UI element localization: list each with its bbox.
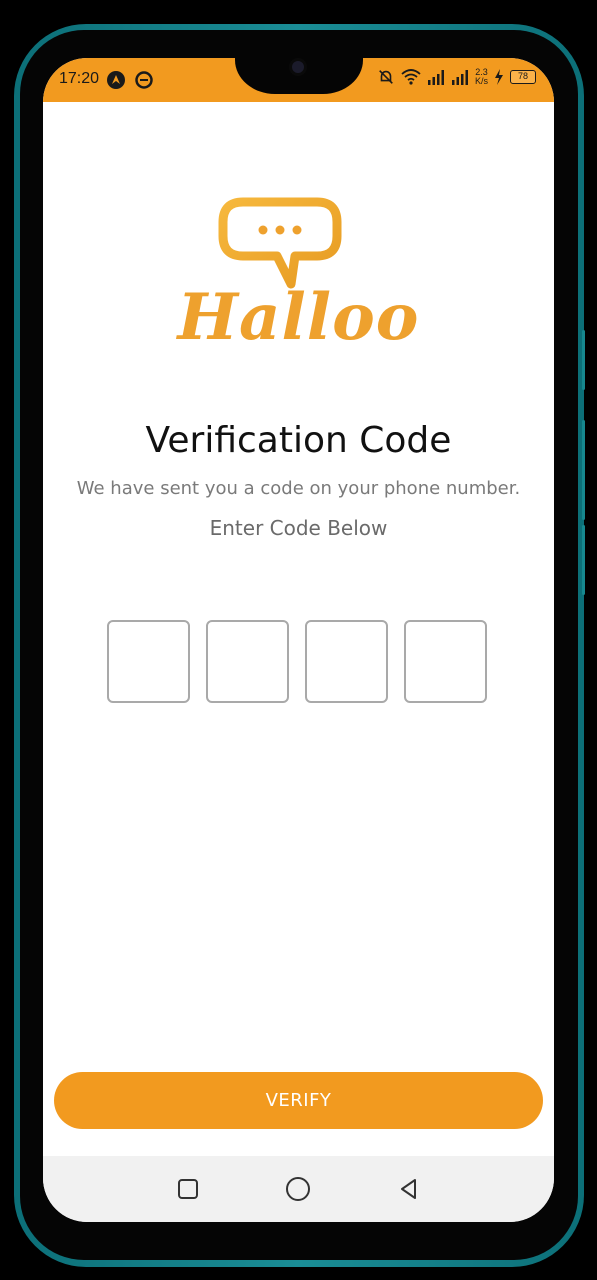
- enter-code-label: Enter Code Below: [209, 516, 388, 540]
- system-nav-bar: [43, 1156, 554, 1222]
- status-icons: 2.3 K/s 78: [377, 68, 536, 86]
- code-digit-2-input[interactable]: [206, 620, 289, 703]
- status-bar: 17:20 2.3 K/s 78: [43, 58, 554, 102]
- navigation-app-icon: [107, 71, 125, 89]
- volume-button: [582, 420, 585, 520]
- network-speed: 2.3 K/s: [475, 68, 488, 86]
- code-digit-4-input[interactable]: [404, 620, 487, 703]
- circle-home-icon: [286, 1177, 311, 1201]
- status-time: 17:20: [59, 70, 100, 87]
- code-digit-1-input[interactable]: [107, 620, 190, 703]
- signal-icon: [451, 70, 468, 85]
- square-recents-icon: [178, 1179, 199, 1199]
- signal-icon: [427, 70, 444, 85]
- volume-button: [582, 330, 585, 390]
- back-button[interactable]: [389, 1169, 429, 1209]
- charging-bolt-icon: [495, 69, 503, 85]
- app-logo-text: Halloo: [177, 280, 420, 355]
- verification-subtitle: We have sent you a code on your phone nu…: [76, 478, 521, 499]
- network-speed-unit: K/s: [474, 76, 488, 86]
- verify-button[interactable]: VERIFY: [54, 1072, 543, 1129]
- mute-bell-icon: [379, 70, 393, 84]
- data-saver-icon: [135, 71, 153, 89]
- front-camera: [289, 58, 307, 76]
- battery-indicator: 78: [510, 70, 536, 84]
- home-button[interactable]: [278, 1169, 318, 1209]
- code-digit-3-input[interactable]: [305, 620, 388, 703]
- triangle-back-icon: [400, 1179, 416, 1199]
- app-screen: 17:20 2.3 K/s 78 Halloo Verification Cod…: [43, 58, 554, 1222]
- recents-button[interactable]: [168, 1169, 208, 1209]
- power-button: [582, 525, 585, 595]
- code-input-row: [107, 620, 487, 703]
- page-title: Verification Code: [145, 420, 452, 461]
- wifi-icon: [401, 69, 421, 85]
